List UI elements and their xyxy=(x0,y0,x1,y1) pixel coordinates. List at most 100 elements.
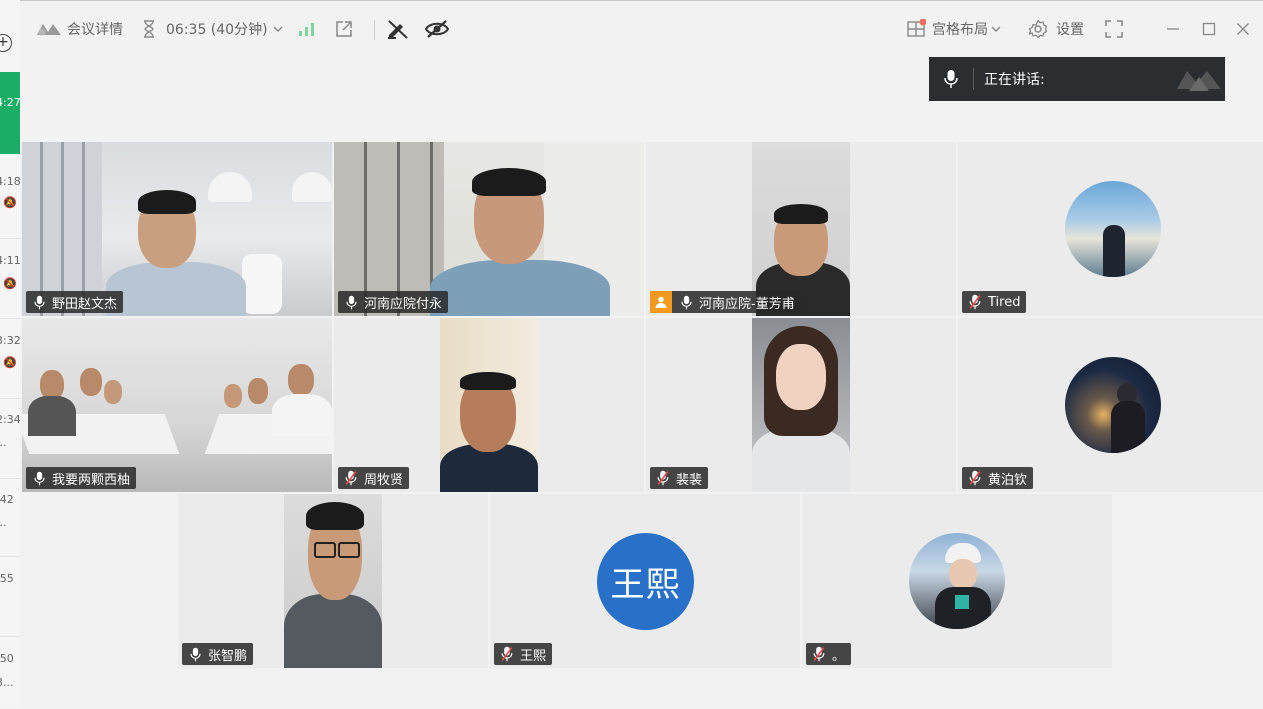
participant-name: 。 xyxy=(832,648,846,664)
layout-label: 宫格布局 xyxy=(932,22,988,38)
participant-name: 裴裴 xyxy=(676,472,703,488)
participant-nametag: 。 xyxy=(806,643,852,665)
list-item-text: 3... xyxy=(0,676,14,689)
video-feed xyxy=(752,142,850,316)
fullscreen-button[interactable] xyxy=(1104,2,1124,56)
participant-nametag: 周牧贤 xyxy=(338,467,410,489)
participant-name: 周牧贤 xyxy=(364,472,404,488)
hide-video-button[interactable] xyxy=(424,2,450,56)
video-tile[interactable]: 河南应院付永 xyxy=(334,142,644,316)
meeting-details-label: 会议详情 xyxy=(67,22,123,38)
video-tile[interactable]: 王熙 王熙 xyxy=(490,494,800,668)
network-signal[interactable] xyxy=(298,2,316,56)
host-user-icon xyxy=(655,296,667,308)
annotation-off-button[interactable] xyxy=(386,2,410,56)
participant-name: 我要两颗西柚 xyxy=(52,472,131,488)
settings-label: 设置 xyxy=(1056,22,1084,38)
microphone-muted-icon xyxy=(501,646,513,662)
microphone-muted-icon xyxy=(345,470,357,486)
meeting-window: 会议详情 06:35 (40分钟) 宫格布局 设置 正在讲话: 野田赵文杰 河南… xyxy=(20,0,1263,709)
participant-nametag: 张智鹏 xyxy=(182,643,254,665)
video-tile[interactable]: 裴裴 xyxy=(646,318,956,492)
video-feed xyxy=(22,142,332,316)
microphone-muted-icon xyxy=(969,294,981,310)
minimize-button[interactable] xyxy=(1166,2,1180,56)
participant-nametag: 河南应院-董芳甫 xyxy=(650,291,801,313)
grid-layout-icon xyxy=(907,19,926,37)
meeting-timer[interactable]: 06:35 (40分钟) xyxy=(142,2,284,56)
video-tile[interactable]: 我要两颗西柚 xyxy=(22,318,332,492)
microphone-icon xyxy=(944,70,958,88)
pop-out-button[interactable] xyxy=(334,2,354,56)
microphone-icon xyxy=(345,295,357,309)
participant-nametag: 野田赵文杰 xyxy=(26,291,124,313)
app-watermark-icon xyxy=(1177,71,1221,91)
eye-off-icon xyxy=(424,20,450,38)
list-item-time: 4:11 xyxy=(0,254,21,267)
participant-name: 河南应院付永 xyxy=(364,296,443,312)
video-tile[interactable]: 周牧贤 xyxy=(334,318,644,492)
participant-nametag: Tired xyxy=(962,291,1027,313)
mute-bell-icon: 🔕 xyxy=(3,196,17,209)
chevron-down-icon xyxy=(273,26,283,32)
participant-nametag: 裴裴 xyxy=(650,467,709,489)
participant-name: 张智鹏 xyxy=(208,648,248,664)
video-tile[interactable]: 河南应院-董芳甫 xyxy=(646,142,956,316)
signal-icon xyxy=(299,23,314,36)
fullscreen-icon xyxy=(1105,20,1123,38)
close-window-button[interactable] xyxy=(1236,2,1250,56)
video-tile[interactable]: 野田赵文杰 xyxy=(22,142,332,316)
participant-nametag: 我要两颗西柚 xyxy=(26,467,137,489)
video-feed xyxy=(284,494,382,668)
layout-switch-button[interactable]: 宫格布局 xyxy=(906,2,1002,56)
maximize-button[interactable] xyxy=(1202,2,1216,56)
participant-name: 黄泊钦 xyxy=(988,472,1028,488)
mute-bell-icon: 🔕 xyxy=(3,356,17,369)
video-feed xyxy=(440,318,538,492)
video-tile[interactable]: Tired xyxy=(958,142,1263,316)
minimize-icon xyxy=(1167,28,1179,30)
active-list-item[interactable]: 4:27 xyxy=(0,72,20,154)
participant-name: 野田赵文杰 xyxy=(52,296,118,312)
list-item-time: 4:27 xyxy=(0,96,21,109)
settings-button[interactable]: 设置 xyxy=(1028,2,1084,56)
list-item-time: :42 xyxy=(0,493,14,506)
top-toolbar: 会议详情 06:35 (40分钟) 宫格布局 设置 xyxy=(20,2,1263,56)
microphone-muted-icon xyxy=(657,470,669,486)
microphone-icon xyxy=(680,295,692,309)
meeting-details-button[interactable]: 会议详情 xyxy=(36,2,123,56)
participant-nametag: 黄泊钦 xyxy=(962,467,1034,489)
video-tile[interactable]: 张智鹏 xyxy=(178,494,488,668)
app-logo-icon xyxy=(37,24,61,36)
hourglass-icon xyxy=(144,20,154,38)
video-tile[interactable]: 黄泊钦 xyxy=(958,318,1263,492)
meeting-timer-text: 06:35 (40分钟) xyxy=(166,22,268,38)
microphone-icon xyxy=(33,295,45,309)
background-window-strip: + 4:27 4:18 🔕 4:11 🔕 3:32 🔕 2:34 ... :42… xyxy=(0,0,21,708)
microphone-icon xyxy=(189,647,201,661)
participant-name: 河南应院-董芳甫 xyxy=(699,296,795,312)
speaking-label: 正在讲话: xyxy=(984,72,1045,88)
participant-initials-avatar: 王熙 xyxy=(597,533,694,630)
list-item-time: :55 xyxy=(0,572,14,585)
share-out-icon xyxy=(336,21,352,37)
list-item-time: 3:32 xyxy=(0,334,21,347)
close-icon xyxy=(1237,23,1249,35)
participant-nametag: 河南应院付永 xyxy=(338,291,449,313)
maximize-icon xyxy=(1202,22,1216,36)
participant-initials: 王熙 xyxy=(610,565,681,605)
participant-name: Tired xyxy=(988,294,1021,310)
list-item-time: 2:34 xyxy=(0,413,21,426)
list-item-more: ... xyxy=(0,516,7,529)
video-feed xyxy=(334,142,644,316)
host-badge xyxy=(650,291,672,313)
list-item-time: 4:18 xyxy=(0,175,21,188)
add-icon[interactable]: + xyxy=(0,34,12,52)
participant-avatar xyxy=(1065,181,1161,277)
participant-avatar xyxy=(909,533,1005,629)
video-feed xyxy=(22,318,332,492)
participant-nametag: 王熙 xyxy=(494,643,553,665)
video-tile[interactable]: 。 xyxy=(802,494,1112,668)
microphone-muted-icon xyxy=(969,470,981,486)
microphone-icon xyxy=(33,471,45,485)
